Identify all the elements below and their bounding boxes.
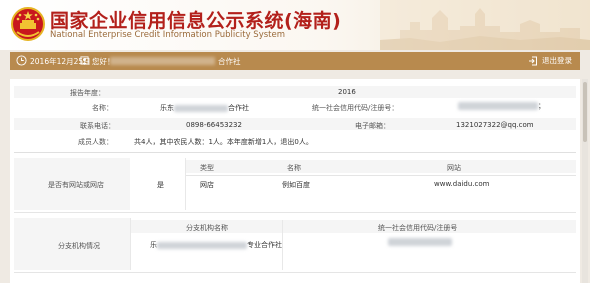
website-answer: 是 [157, 181, 164, 189]
redacted-branch-code [388, 238, 452, 246]
site-title: 国家企业信用信息公示系统(海南) [50, 10, 342, 32]
name-label: 名称： [92, 104, 113, 112]
website-name-value: 例如百度 [282, 181, 310, 189]
branch-code-header: 统一社会信用代码/注册号 [378, 224, 458, 232]
credit-code-label: 统一社会信用代码/注册号： [312, 104, 399, 112]
redacted-org-name [110, 57, 215, 65]
logout-label: 退出登录 [542, 56, 572, 65]
email-value: 1321027322@qq.com [456, 121, 534, 129]
redacted-credit-code [458, 102, 538, 110]
redacted-branch-name [157, 241, 247, 249]
phone-value: 0898-66453232 [186, 121, 242, 129]
branch-name-value: 乐 专业合作社 [150, 240, 282, 250]
branch-code-value [388, 238, 452, 246]
branch-name-header: 分支机构名称 [186, 224, 228, 232]
site-header: 国家企业信用信息公示系统(海南) National Enterprise Cre… [0, 0, 590, 50]
credit-code-value: ； [458, 101, 545, 111]
branch-bottom-divider [14, 272, 576, 273]
members-value: 共4人，其中农民人数：1人。本年度新增1人，退出0人。 [134, 138, 313, 146]
phone-label: 联系电话： [80, 122, 115, 130]
website-header-row [186, 160, 576, 173]
name-suffix: 合作社 [228, 104, 249, 112]
name-value: 乐东 合作社 [160, 103, 249, 113]
website-header-divider [186, 175, 576, 176]
credit-code-suffix: ； [538, 102, 545, 110]
website-bottom-divider [14, 212, 576, 213]
members-label: 成员人数： [78, 138, 113, 146]
website-type-header: 类型 [200, 164, 214, 172]
branch-label: 分支机构情况 [58, 242, 100, 250]
section-divider [14, 152, 576, 153]
user-icon [80, 56, 89, 65]
logout-icon [529, 56, 537, 65]
skyline-decoration [380, 0, 590, 50]
national-emblem-icon [11, 7, 45, 41]
top-bar: 2016年12月25日 您好！ 合作社 退出登录 [10, 52, 580, 70]
report-year-value: 2016 [338, 88, 356, 96]
website-url-header: 网站 [447, 164, 461, 172]
branch-inner-divider [282, 220, 283, 270]
website-url-value: www.daidu.com [434, 180, 490, 188]
logout-button[interactable]: 退出登录 [528, 55, 572, 66]
report-year-label: 报告年度： [70, 89, 105, 97]
scrollbar-thumb[interactable] [583, 82, 587, 142]
page: 国家企业信用信息公示系统(海南) National Enterprise Cre… [0, 0, 590, 283]
redacted-name [174, 104, 228, 112]
website-name-header: 名称 [287, 164, 301, 172]
website-type-value: 网店 [200, 181, 214, 189]
website-label: 是否有网站或网店 [48, 181, 104, 189]
name-prefix: 乐东 [160, 104, 174, 112]
org-name-suffix: 合作社 [218, 57, 241, 66]
branch-name-suffix: 专业合作社 [247, 241, 282, 249]
branch-name-prefix: 乐 [150, 241, 157, 249]
email-label: 电子邮箱： [355, 122, 390, 130]
site-subtitle: National Enterprise Credit Information P… [50, 30, 285, 40]
clock-icon [16, 55, 27, 66]
